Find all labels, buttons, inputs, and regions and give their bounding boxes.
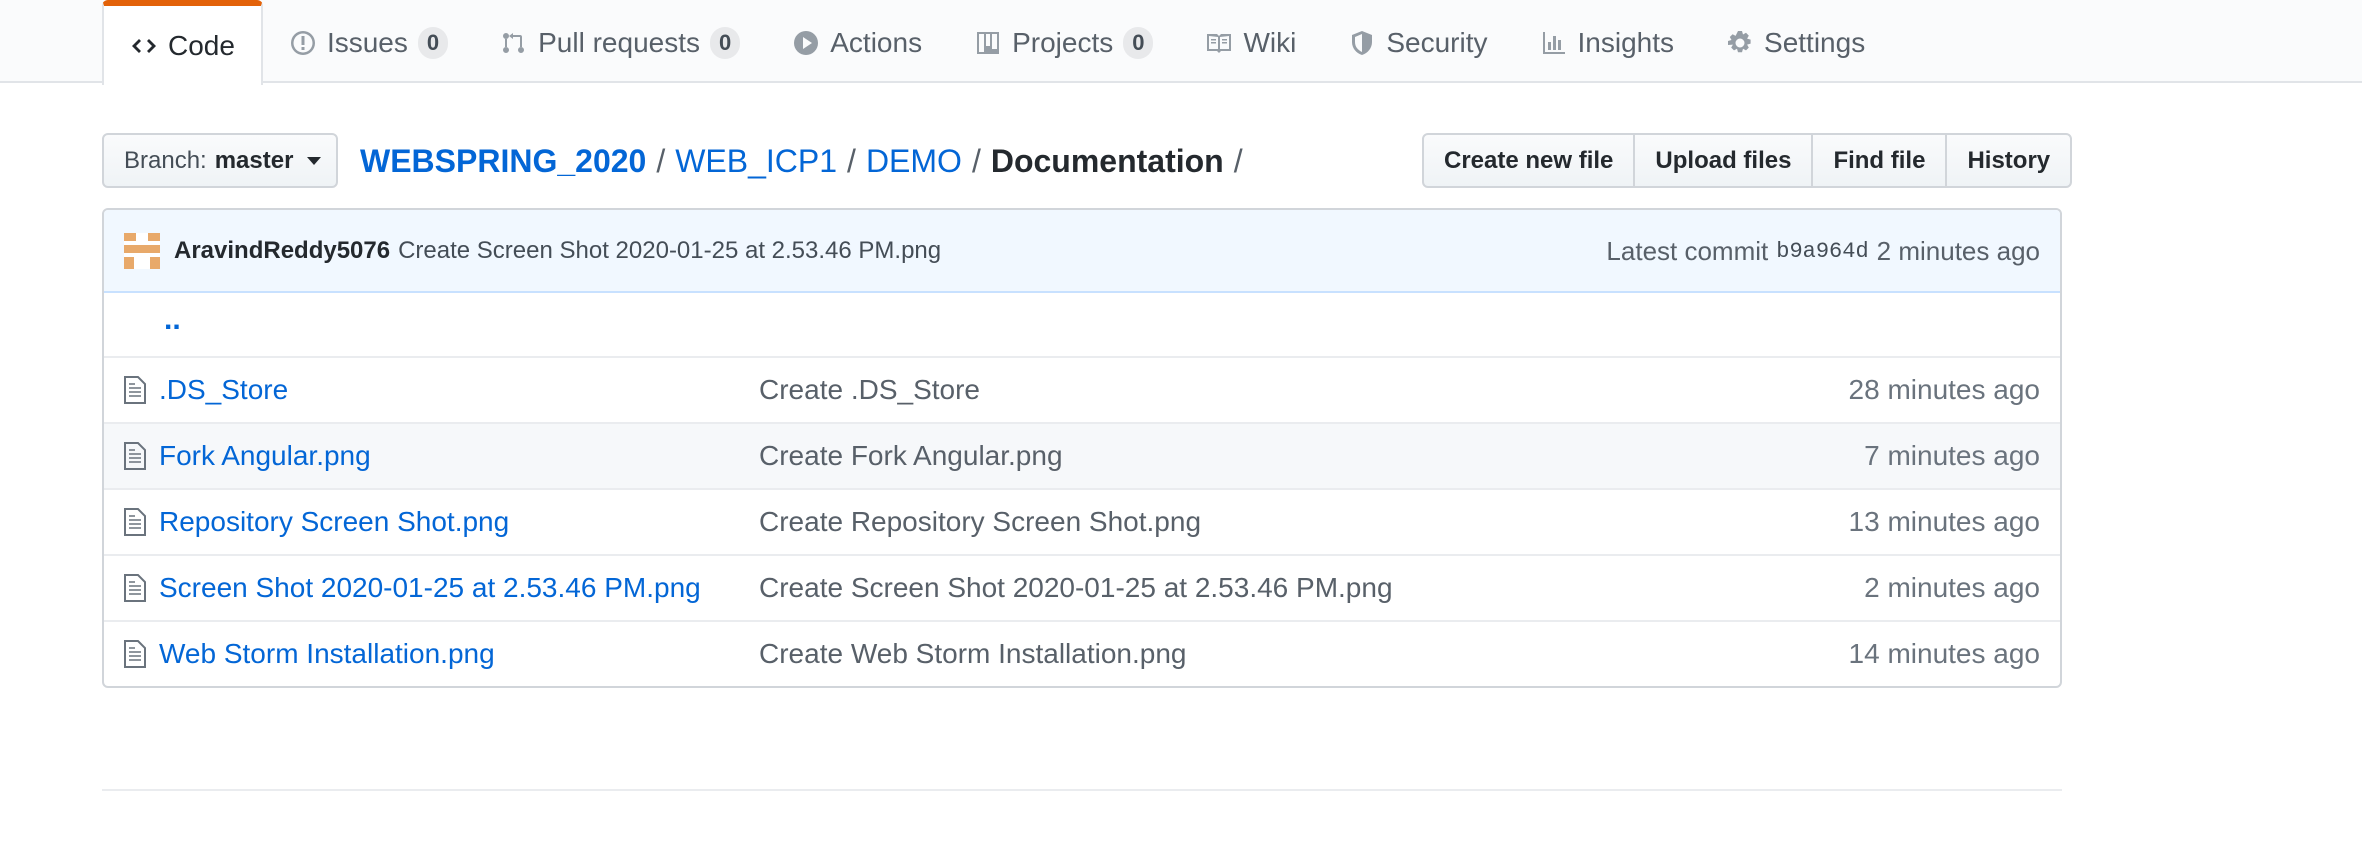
issue-icon [290, 30, 315, 55]
pull-request-icon [503, 32, 525, 53]
file-commit-message[interactable]: Create Screen Shot 2020-01-25 at 2.53.46… [759, 572, 1393, 604]
file-name-link[interactable]: Web Storm Installation.png [159, 638, 495, 670]
tab-settings[interactable]: Settings [1700, 0, 1891, 85]
breadcrumb-link[interactable]: DEMO [866, 143, 962, 180]
tab-label: Security [1386, 26, 1488, 58]
file-icon [124, 508, 146, 536]
projects-counter: 0 [1123, 26, 1154, 59]
breadcrumb-separator: / [847, 142, 856, 179]
tab-label: Settings [1764, 26, 1866, 58]
play-icon [794, 30, 819, 55]
breadcrumb-link[interactable]: WEB_ICP1 [675, 143, 837, 180]
up-directory-row: .. [104, 293, 2060, 356]
shield-icon [1352, 30, 1373, 55]
file-name-link[interactable]: .DS_Store [159, 374, 288, 406]
file-commit-message[interactable]: Create Fork Angular.png [759, 440, 1063, 472]
commit-meta: Latest commit b9a964d 2 minutes ago [1606, 210, 2040, 293]
breadcrumb-separator: / [656, 142, 666, 179]
file-age: 13 minutes ago [1848, 506, 2040, 537]
tab-security[interactable]: Security [1322, 0, 1513, 85]
file-commit-message[interactable]: Create Web Storm Installation.png [759, 638, 1186, 670]
file-name-link[interactable]: Fork Angular.png [159, 440, 371, 472]
file-icon [124, 376, 146, 404]
file-age: 2 minutes ago [1864, 572, 2040, 603]
breadcrumb-separator: / [971, 142, 981, 179]
divider [102, 789, 2062, 791]
file-actions-group: Create new file Upload files Find file H… [1422, 133, 2073, 188]
breadcrumb-current: Documentation [990, 142, 1224, 179]
commit-sha[interactable]: b9a964d [1776, 239, 1868, 264]
file-icon [124, 640, 146, 668]
table-row: Web Storm Installation.png Create Web St… [104, 620, 2060, 686]
tab-issues[interactable]: Issues 0 [263, 0, 474, 85]
breadcrumb: WEBSPRING_2020 / WEB_ICP1 / DEMO / Docum… [360, 136, 1253, 186]
table-row: Repository Screen Shot.png Create Reposi… [104, 488, 2060, 554]
file-icon [124, 574, 146, 602]
code-icon [132, 38, 156, 53]
commit-author[interactable]: AravindReddy5076 [174, 237, 390, 265]
file-age: 28 minutes ago [1848, 374, 2040, 405]
table-row: .DS_Store Create .DS_Store 28 minutes ag… [104, 356, 2060, 422]
breadcrumb-repo-root[interactable]: WEBSPRING_2020 [360, 143, 646, 180]
commit-tease: AravindReddy5076 Create Screen Shot 2020… [104, 210, 2060, 293]
branch-select-button[interactable]: Branch: master [102, 133, 338, 188]
table-row: Screen Shot 2020-01-25 at 2.53.46 PM.png… [104, 554, 2060, 620]
pull-requests-counter: 0 [710, 26, 741, 59]
latest-commit-label: Latest commit [1606, 236, 1769, 266]
tab-wiki[interactable]: Wiki [1179, 0, 1322, 85]
file-commit-message[interactable]: Create .DS_Store [759, 374, 980, 406]
file-age: 14 minutes ago [1848, 638, 2040, 669]
tab-pull-requests[interactable]: Pull requests 0 [474, 0, 766, 85]
tab-label: Pull requests [538, 26, 700, 58]
tab-label: Insights [1577, 26, 1675, 58]
file-name-link[interactable]: Repository Screen Shot.png [159, 506, 509, 538]
find-file-button[interactable]: Find file [1811, 133, 1948, 188]
project-icon [977, 31, 1000, 54]
issues-counter: 0 [417, 26, 449, 59]
avatar[interactable] [124, 232, 160, 269]
breadcrumb-separator: / [1233, 142, 1243, 179]
tab-label: Wiki [1243, 26, 1297, 58]
tab-label: Issues [326, 26, 408, 58]
file-age: 7 minutes ago [1864, 440, 2040, 471]
tab-actions[interactable]: Actions [766, 0, 948, 85]
commit-age: 2 minutes ago [1876, 236, 2040, 266]
caret-down-icon [307, 156, 322, 165]
tab-label: Code [168, 29, 235, 61]
file-commit-message[interactable]: Create Repository Screen Shot.png [759, 506, 1201, 538]
tab-code[interactable]: Code [102, 0, 263, 85]
graph-icon [1542, 31, 1565, 54]
tab-insights[interactable]: Insights [1514, 0, 1701, 85]
book-icon [1207, 33, 1232, 53]
branch-name: master [214, 146, 294, 174]
branch-prefix: Branch: [124, 146, 207, 174]
table-row: Fork Angular.png Create Fork Angular.png… [104, 422, 2060, 488]
create-new-file-button[interactable]: Create new file [1422, 133, 1636, 188]
upload-files-button[interactable]: Upload files [1633, 133, 1814, 188]
commit-message[interactable]: Create Screen Shot 2020-01-25 at 2.53.46… [398, 237, 941, 265]
up-directory-link[interactable]: .. [164, 303, 181, 337]
history-button[interactable]: History [1945, 133, 2073, 188]
file-list: AravindReddy5076 Create Screen Shot 2020… [102, 208, 2062, 688]
file-name-link[interactable]: Screen Shot 2020-01-25 at 2.53.46 PM.png [159, 572, 701, 604]
tab-label: Actions [830, 26, 923, 58]
repo-nav: Code Issues 0 Pull requests 0 Actions Pr… [102, 0, 1891, 85]
tab-projects[interactable]: Projects 0 [948, 0, 1179, 85]
tab-label: Projects [1012, 26, 1114, 58]
gear-icon [1728, 30, 1751, 52]
file-icon [124, 442, 146, 470]
